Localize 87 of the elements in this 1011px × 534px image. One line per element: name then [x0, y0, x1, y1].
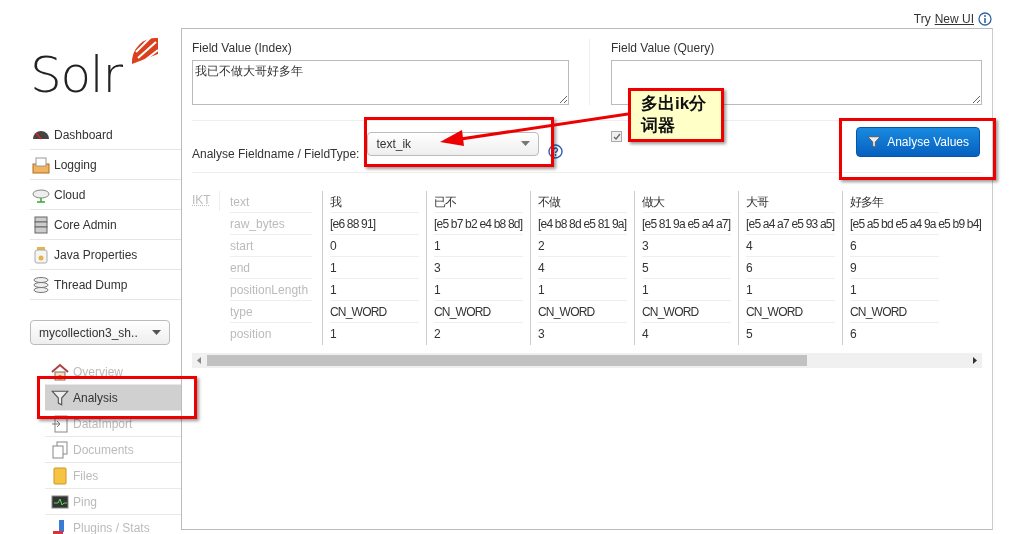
- token-value: 2: [434, 326, 440, 343]
- horizontal-scrollbar[interactable]: [192, 353, 982, 368]
- monitor-icon: [51, 492, 69, 511]
- attribute-label: type: [230, 303, 253, 321]
- callout-note: 多出ik分词器: [628, 88, 724, 142]
- token-value: 1: [330, 281, 336, 299]
- token-value: 5: [746, 326, 752, 343]
- fieldtype-label: Analyse Fieldname / FieldType:: [192, 145, 360, 163]
- token-value: 4: [538, 259, 544, 277]
- token-value: 1: [434, 237, 440, 255]
- gauge-icon: [32, 129, 50, 140]
- nav-item[interactable]: Logging: [30, 150, 181, 180]
- fieldtype-select[interactable]: text_ik: [367, 131, 540, 156]
- token-value: 做大: [642, 193, 665, 211]
- token-value: [e5 a4 a7 e5 93 a5]: [746, 215, 835, 233]
- token-value: CN_WORD: [538, 303, 595, 321]
- token-value: CN_WORD: [642, 303, 699, 321]
- index-value-field[interactable]: 我已不做大哥好多年: [192, 60, 569, 105]
- jar-icon: [32, 245, 50, 264]
- token-value: 6: [746, 259, 752, 277]
- nav-item[interactable]: Thread Dump: [30, 270, 181, 300]
- token-value: 0: [330, 237, 336, 255]
- scrollbar-thumb[interactable]: [207, 355, 807, 366]
- nav-item[interactable]: Java Properties: [30, 240, 181, 270]
- index-field-label: Field Value (Index): [192, 40, 293, 57]
- query-field-label: Field Value (Query): [611, 40, 716, 57]
- token-value: 好多年: [850, 193, 884, 211]
- token-value: [e5 81 9a e5 a4 a7]: [642, 215, 731, 233]
- nav-item[interactable]: Cloud: [30, 180, 181, 210]
- attribute-label: end: [230, 259, 251, 277]
- attribute-label: position: [230, 326, 272, 343]
- attribute-label: raw_bytes: [230, 215, 285, 233]
- token-value: CN_WORD: [850, 303, 907, 321]
- token-value: 已不: [434, 193, 457, 211]
- core-nav-item[interactable]: Analysis: [45, 385, 181, 411]
- attribute-label: text: [230, 193, 250, 211]
- token-value: 大哥: [746, 193, 769, 211]
- token-value: 1: [330, 259, 336, 277]
- token-value: 3: [538, 326, 544, 343]
- funnel-icon: [51, 388, 69, 407]
- token-value: 2: [538, 237, 544, 255]
- token-value: 不做: [538, 193, 561, 211]
- token-value: 1: [850, 281, 856, 299]
- caret-icon: [521, 141, 531, 146]
- nav-item[interactable]: Dashboard: [30, 120, 181, 150]
- token-value: 1: [434, 281, 440, 299]
- attribute-label: start: [230, 237, 254, 255]
- token-value: [e5 a5 bd e5 a4 9a e5 b9 b4]: [850, 215, 982, 233]
- token-value: 4: [746, 237, 752, 255]
- server-icon: [32, 215, 50, 234]
- token-value: 4: [642, 326, 648, 343]
- stack-icon: [32, 275, 50, 294]
- token-value: 5: [642, 259, 648, 277]
- token-value: 1: [746, 281, 752, 299]
- token-value: [e6 88 91]: [330, 215, 376, 233]
- nav-item[interactable]: Core Admin: [30, 210, 181, 240]
- token-value: CN_WORD: [746, 303, 803, 321]
- documents-icon: [51, 440, 69, 459]
- solr-logo-text: Solr: [30, 50, 122, 100]
- new-ui-link[interactable]: New UI: [934, 9, 974, 28]
- check-icon: [612, 132, 621, 141]
- info-icon[interactable]: [978, 11, 992, 26]
- token-value: CN_WORD: [434, 303, 491, 321]
- funnel-icon: [867, 134, 882, 149]
- verbose-checkbox[interactable]: [611, 131, 623, 142]
- token-value: 3: [434, 259, 440, 277]
- token-value: 1: [330, 326, 336, 343]
- caret-icon: [152, 330, 161, 335]
- token-value: CN_WORD: [330, 303, 387, 321]
- token-value: 6: [850, 237, 856, 255]
- token-value: 3: [642, 237, 648, 255]
- inbox-icon: [32, 155, 50, 174]
- token-value: [e4 b8 8d e5 81 9a]: [538, 215, 627, 233]
- core-selector[interactable]: mycollection3_sh..: [30, 320, 170, 345]
- folder-icon: [51, 466, 69, 485]
- tokenizer-name: IKT: [192, 193, 211, 207]
- help-icon[interactable]: [548, 144, 564, 159]
- house-icon: [51, 362, 69, 381]
- token-value: 1: [642, 281, 648, 299]
- analyse-values-button[interactable]: Analyse Values: [856, 126, 980, 157]
- try-label: Try: [913, 10, 931, 28]
- token-value: 我: [330, 193, 342, 211]
- attribute-label: positionLength: [230, 281, 309, 299]
- token-value: 1: [538, 281, 544, 299]
- token-value: 6: [850, 326, 856, 343]
- token-value: 9: [850, 259, 856, 277]
- token-value: [e5 b7 b2 e4 b8 8d]: [434, 215, 523, 233]
